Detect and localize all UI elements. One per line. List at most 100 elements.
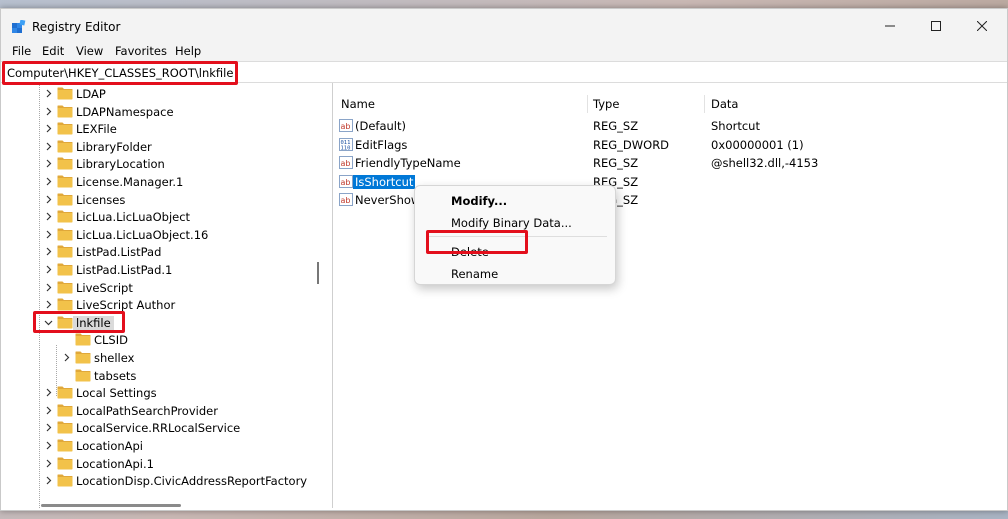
folder-icon [57, 298, 73, 311]
column-header-name[interactable]: Name [341, 97, 375, 111]
chevron-right-icon[interactable] [44, 300, 53, 309]
key-tree-pane[interactable]: LDAP LDAPNamespace LEXFile LibraryFolder Lib… [4, 83, 312, 508]
tree-item[interactable]: LiveScript Author [4, 296, 312, 313]
chevron-down-icon[interactable] [44, 318, 53, 327]
tree-item[interactable]: LocationApi.1 [4, 455, 312, 472]
tree-item[interactable]: ListPad.ListPad.1 [4, 261, 312, 278]
close-button[interactable] [959, 13, 1005, 39]
folder-icon [57, 140, 73, 153]
tree-item[interactable]: LDAPNamespace [4, 103, 312, 120]
maximize-button[interactable] [913, 13, 959, 39]
address-path: Computer\HKEY_CLASSES_ROOT\lnkfile [7, 66, 234, 80]
chevron-right-icon[interactable] [44, 406, 53, 415]
menu-item-rename[interactable]: Rename [451, 267, 498, 281]
window-title: Registry Editor [32, 20, 121, 34]
chevron-right-icon[interactable] [44, 142, 53, 151]
svg-text:110: 110 [341, 145, 351, 151]
chevron-right-icon[interactable] [44, 212, 53, 221]
tree-item-label: CLSID [94, 333, 128, 348]
tree-item[interactable]: LEXFile [4, 120, 312, 137]
tree-item[interactable]: LibraryLocation [4, 155, 312, 172]
column-header-type[interactable]: Type [593, 97, 619, 111]
menu-item-modify-binary-data[interactable]: Modify Binary Data... [451, 216, 572, 230]
folder-icon [57, 439, 73, 452]
menu-item-delete[interactable]: Delete [451, 245, 489, 259]
minimize-icon [885, 25, 895, 27]
tree-item-label: shellex [94, 351, 135, 365]
tree-item[interactable]: LDAP [4, 85, 312, 102]
address-bar[interactable]: Computer\HKEY_CLASSES_ROOT\lnkfile [1, 61, 1007, 83]
value-row[interactable]: ab (Default) REG_SZ Shortcut [333, 117, 1005, 135]
maximize-icon [931, 21, 941, 31]
value-name: EditFlags [355, 137, 408, 152]
menu-help[interactable]: Help [175, 44, 201, 58]
tree-item-label: LicLua.LicLuaObject [76, 210, 191, 225]
minimize-button[interactable] [867, 13, 913, 39]
chevron-right-icon[interactable] [44, 177, 53, 186]
tree-item-label: lnkfile [73, 315, 114, 330]
tree-item-label: ListPad.ListPad.1 [76, 263, 173, 277]
tree-item[interactable]: LocationDisp.CivicAddressReportFactory [4, 472, 312, 489]
tree-item-label: LDAPNamespace [76, 104, 174, 119]
menu-file[interactable]: File [12, 44, 31, 58]
chevron-right-icon[interactable] [44, 423, 53, 432]
tree-item[interactable]: ListPad.ListPad [4, 243, 312, 260]
tree-item-label: LiveScript [76, 280, 133, 295]
chevron-right-icon[interactable] [44, 388, 53, 397]
chevron-right-icon[interactable] [62, 353, 71, 362]
folder-icon [57, 263, 73, 276]
chevron-right-icon[interactable] [44, 124, 53, 133]
chevron-right-icon[interactable] [44, 89, 53, 98]
tree-item[interactable]: LocalPathSearchProvider [4, 402, 312, 419]
tree-item-label: LocalService.RRLocalService [76, 421, 241, 436]
tree-item[interactable]: lnkfile [4, 314, 312, 331]
title-bar[interactable]: Registry Editor [1, 9, 1007, 43]
column-separator[interactable] [587, 95, 588, 113]
tree-item[interactable]: LocalService.RRLocalService [4, 419, 312, 436]
chevron-right-icon[interactable] [44, 247, 53, 256]
menu-edit[interactable]: Edit [42, 44, 64, 58]
menu-favorites[interactable]: Favorites [115, 44, 167, 58]
close-icon [977, 21, 987, 31]
value-row[interactable]: 011 110 EditFlags REG_DWORD 0x00000001 (1) [333, 136, 1005, 154]
chevron-right-icon[interactable] [44, 107, 53, 116]
tree-item-label: Local Settings [76, 386, 157, 401]
menu-item-modify[interactable]: Modify... [451, 194, 507, 208]
tree-item[interactable]: tabsets [4, 367, 312, 384]
tree-item-label: Licenses [76, 192, 126, 207]
tree-item[interactable]: LocationApi [4, 437, 312, 454]
chevron-right-icon[interactable] [44, 159, 53, 168]
tree-item[interactable]: LibraryFolder [4, 138, 312, 155]
menu-view[interactable]: View [76, 44, 103, 58]
tree-horizontal-scrollbar[interactable] [41, 504, 181, 507]
column-header-data[interactable]: Data [711, 97, 738, 111]
chevron-right-icon[interactable] [44, 476, 53, 485]
pane-splitter-handle[interactable] [317, 262, 319, 284]
tree-item[interactable]: LicLua.LicLuaObject.16 [4, 226, 312, 243]
chevron-right-icon[interactable] [44, 230, 53, 239]
value-data: Shortcut [711, 119, 760, 133]
binary-value-icon: 011 110 [339, 137, 353, 151]
values-list-pane[interactable]: Name Type Data ab (Default) REG_SZ Shortcut… [333, 83, 1005, 508]
value-row[interactable]: ab FriendlyTypeName REG_SZ @shell32.dll,-41… [333, 154, 1005, 172]
tree-item[interactable]: Local Settings [4, 384, 312, 401]
chevron-right-icon[interactable] [44, 441, 53, 450]
folder-icon [57, 105, 73, 118]
chevron-right-icon[interactable] [44, 283, 53, 292]
folder-icon [75, 351, 91, 364]
tree-item[interactable]: LiveScript [4, 279, 312, 296]
tree-item[interactable]: shellex [4, 349, 312, 366]
folder-icon [57, 421, 73, 434]
tree-item[interactable]: Licenses [4, 191, 312, 208]
column-separator[interactable] [704, 95, 705, 113]
tree-item-label: LiveScript Author [76, 298, 176, 313]
chevron-right-icon[interactable] [44, 459, 53, 468]
tree-item[interactable]: LicLua.LicLuaObject [4, 208, 312, 225]
string-value-icon: ab [339, 174, 353, 188]
tree-item[interactable]: CLSID [4, 331, 312, 348]
tree-item[interactable]: License.Manager.1 [4, 173, 312, 190]
chevron-right-icon[interactable] [44, 195, 53, 204]
folder-icon [57, 228, 73, 241]
chevron-right-icon[interactable] [44, 265, 53, 274]
folder-icon [57, 281, 73, 294]
